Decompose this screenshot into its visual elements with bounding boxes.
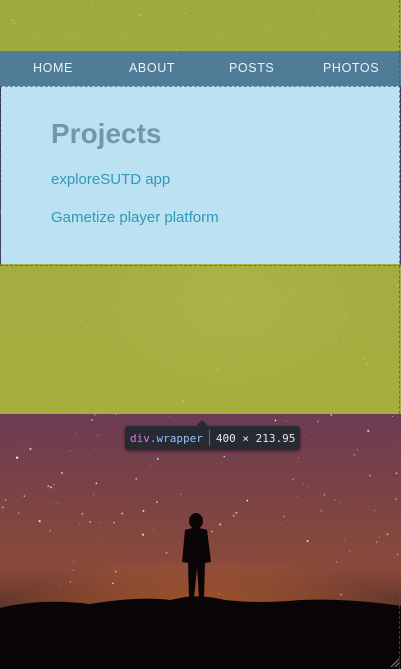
nav-photos-link[interactable]: PHOTOS — [323, 61, 379, 75]
padding-highlight-bottom — [0, 264, 401, 414]
nav-posts-link[interactable]: POSTS — [229, 61, 274, 75]
project-link-gametize[interactable]: Gametize player platform — [51, 209, 219, 226]
projects-heading: Projects — [51, 118, 162, 149]
inspector-tooltip: div .wrapper 400 × 213.95 — [125, 420, 301, 450]
tooltip-tag: div — [130, 431, 150, 445]
resize-handle-icon[interactable] — [389, 657, 399, 667]
tooltip-divider — [208, 430, 210, 446]
tooltip-class: .wrapper — [149, 431, 203, 445]
padding-highlight-top — [0, 0, 401, 51]
project-link-exploresutd[interactable]: exploreSUTD app — [51, 171, 170, 188]
nav-about-link[interactable]: ABOUT — [129, 61, 175, 75]
tooltip-dimensions: 400 × 213.95 — [215, 431, 296, 445]
nav-home-link[interactable]: HOME — [33, 61, 73, 75]
top-navbar: HOME ABOUT POSTS PHOTOS — [0, 51, 401, 86]
